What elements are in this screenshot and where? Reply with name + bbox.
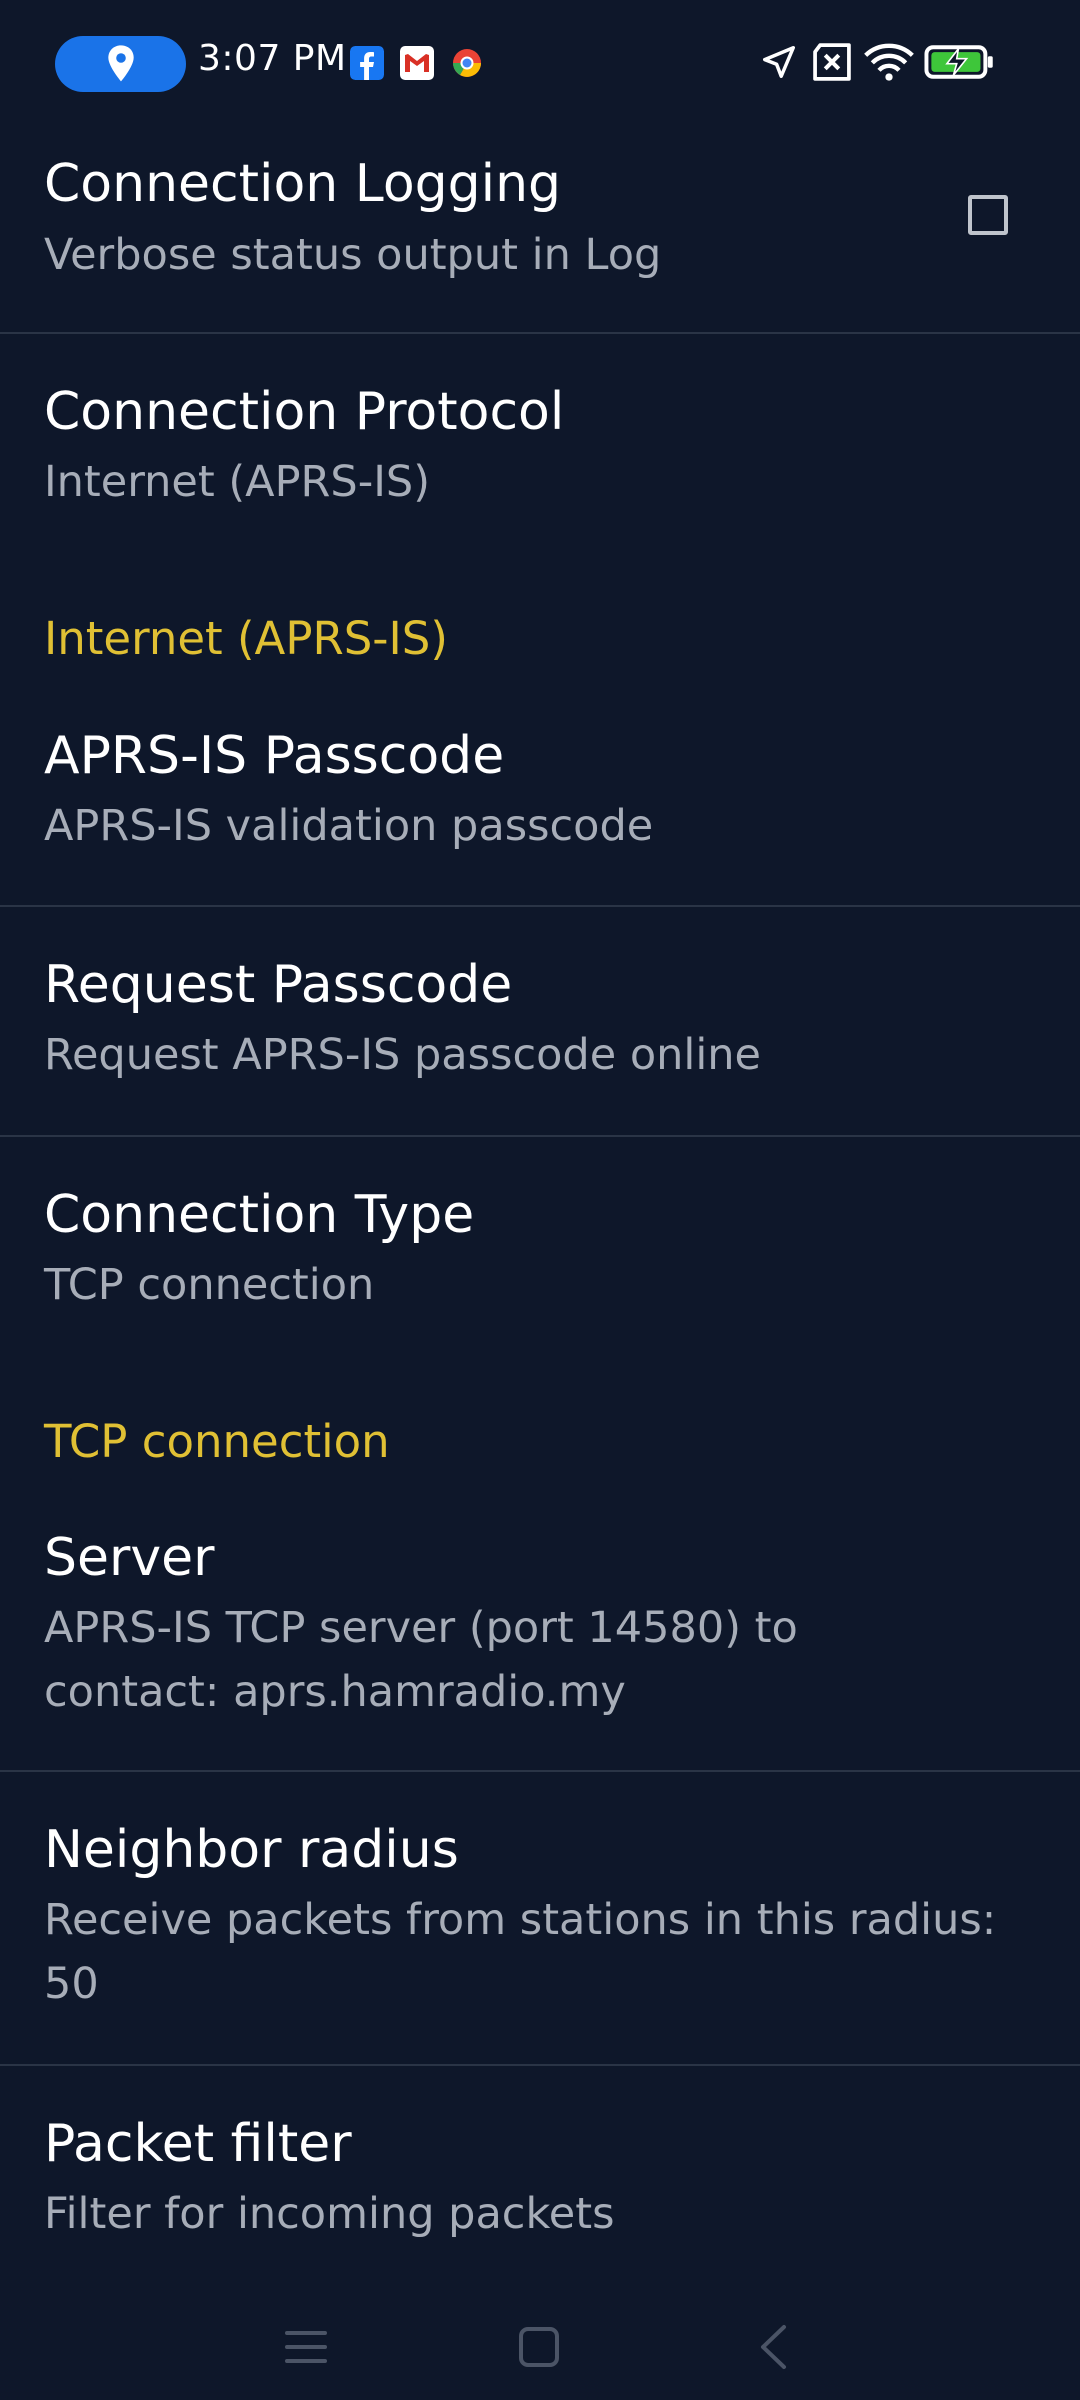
navigation-bar [0, 2290, 1080, 2400]
pref-summary: Internet (APRS-IS) [44, 457, 430, 507]
pref-connection-type[interactable]: Connection Type TCP connection [0, 1137, 1080, 1357]
pref-summary: Verbose status output in Log [44, 230, 662, 280]
category-header-internet: Internet (APRS-IS) [44, 612, 448, 665]
category-header-tcp: TCP connection [44, 1415, 390, 1468]
gmail-icon [400, 46, 434, 80]
location-pin-icon [107, 45, 134, 82]
pref-neighbor-radius[interactable]: Neighbor radius Receive packets from sta… [0, 1772, 1080, 2064]
connection-logging-checkbox[interactable] [968, 195, 1008, 235]
pref-title: Neighbor radius [44, 1820, 459, 1880]
home-button[interactable] [504, 2312, 574, 2382]
pref-summary: Receive packets from stations in this ra… [44, 1895, 997, 2009]
pref-summary: Request APRS-IS passcode online [44, 1030, 761, 1080]
pref-title: Request Passcode [44, 955, 513, 1015]
pref-request-passcode[interactable]: Request Passcode Request APRS-IS passcod… [0, 907, 1080, 1135]
location-pill[interactable] [55, 36, 186, 92]
pref-title: APRS-IS Passcode [44, 726, 505, 786]
no-sim-icon [813, 43, 851, 81]
chrome-icon [453, 49, 481, 77]
navigation-arrow-icon [763, 46, 795, 78]
pref-aprs-is-passcode[interactable]: APRS-IS Passcode APRS-IS validation pass… [0, 700, 1080, 905]
back-button[interactable] [738, 2312, 808, 2382]
clock: 3:07 PM [198, 38, 347, 79]
home-icon [519, 2327, 559, 2367]
pref-title: Server [44, 1528, 215, 1588]
pref-title: Connection Protocol [44, 382, 565, 442]
pref-summary: Filter for incoming packets [44, 2189, 615, 2239]
battery-charging-icon [924, 45, 993, 79]
menu-icon [285, 2331, 327, 2363]
recents-button[interactable] [271, 2312, 341, 2382]
facebook-icon [350, 46, 384, 80]
back-icon [761, 2325, 786, 2369]
pref-summary: TCP connection [44, 1260, 375, 1310]
pref-title: Packet filter [44, 2114, 352, 2174]
status-bar: 3:07 PM [0, 0, 1080, 130]
pref-connection-logging[interactable]: Connection Logging Verbose status output… [0, 130, 1080, 332]
pref-packet-filter[interactable]: Packet filter Filter for incoming packet… [0, 2066, 1080, 2276]
pref-server[interactable]: Server APRS-IS TCP server (port 14580) t… [0, 1502, 1080, 1770]
pref-summary: APRS-IS validation passcode [44, 801, 654, 851]
pref-title: Connection Logging [44, 154, 562, 214]
wifi-icon [864, 43, 914, 81]
pref-connection-protocol[interactable]: Connection Protocol Internet (APRS-IS) [0, 334, 1080, 554]
pref-title: Connection Type [44, 1185, 475, 1245]
pref-summary: APRS-IS TCP server (port 14580) to conta… [44, 1603, 798, 1717]
